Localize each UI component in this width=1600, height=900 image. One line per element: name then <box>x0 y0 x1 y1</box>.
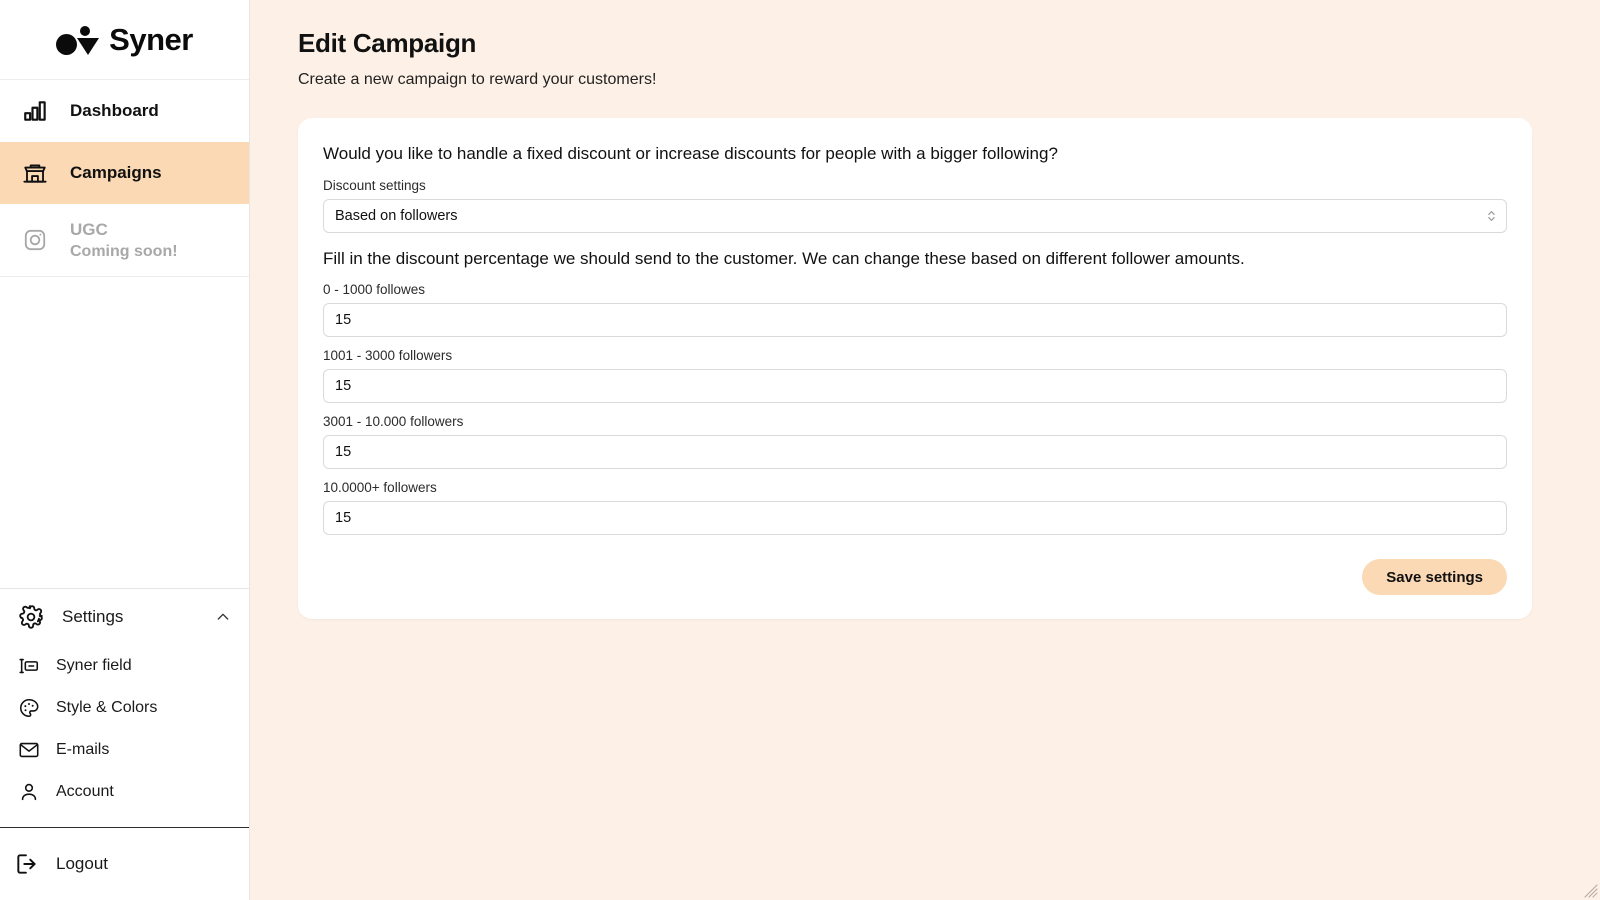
window-resize-handle[interactable] <box>1584 884 1598 898</box>
tier-label: 0 - 1000 followes <box>323 282 426 297</box>
sidebar-item-ugc: UGC Coming soon! <box>0 204 249 276</box>
sidebar-item-account[interactable]: Account <box>0 771 249 813</box>
sidebar-item-label: Campaigns <box>70 163 162 182</box>
storefront-icon <box>22 160 48 186</box>
sidebar-item-emails[interactable]: E-mails <box>0 729 249 771</box>
save-settings-button[interactable]: Save settings <box>1362 559 1507 595</box>
gear-icon <box>18 604 44 630</box>
card-actions: Save settings <box>323 559 1507 595</box>
sidebar-item-label: Account <box>56 783 114 800</box>
palette-icon <box>18 697 40 719</box>
text-field-icon <box>18 655 40 677</box>
sidebar-item-label: Style & Colors <box>56 699 158 716</box>
sidebar-item-style-colors[interactable]: Style & Colors <box>0 687 249 729</box>
sidebar: Syner Dashboard Campaigns UGC Coming soo… <box>0 0 250 900</box>
sidebar-item-sublabel: Coming soon! <box>70 242 178 260</box>
tier-group-3: 10.0000+ followers <box>323 480 1507 535</box>
card-question: Would you like to handle a fixed discoun… <box>323 144 1058 163</box>
logout-label: Logout <box>56 854 108 873</box>
logout-icon <box>14 851 40 877</box>
discount-settings-select[interactable]: Based on followers <box>323 199 1507 233</box>
tier-input-3[interactable] <box>323 501 1507 535</box>
primary-nav: Dashboard Campaigns UGC Coming soon! <box>0 80 249 277</box>
sidebar-item-syner-field[interactable]: Syner field <box>0 645 249 687</box>
bar-chart-icon <box>22 98 48 124</box>
chevron-up-icon[interactable] <box>215 609 231 625</box>
page-title: Edit Campaign <box>298 28 477 58</box>
card-description: Fill in the discount percentage we shoul… <box>323 249 1245 268</box>
tier-input-0[interactable] <box>323 303 1507 337</box>
sidebar-item-settings[interactable]: Settings <box>0 589 249 645</box>
brand-name: Syner <box>109 22 193 57</box>
tier-label: 3001 - 10.000 followers <box>323 414 464 429</box>
discount-settings-label: Discount settings <box>323 178 426 193</box>
tier-input-1[interactable] <box>323 369 1507 403</box>
sidebar-item-campaigns[interactable]: Campaigns <box>0 142 249 204</box>
discount-settings-card: Would you like to handle a fixed discoun… <box>298 118 1532 619</box>
syner-logo-icon <box>56 25 102 55</box>
tier-group-1: 1001 - 3000 followers <box>323 348 1507 403</box>
settings-bottom-gap <box>0 813 249 827</box>
logout-section: Logout <box>0 827 249 900</box>
person-icon <box>18 781 40 803</box>
sidebar-item-dashboard[interactable]: Dashboard <box>0 80 249 142</box>
app-root: Syner Dashboard Campaigns UGC Coming soo… <box>0 0 1600 900</box>
tier-label: 10.0000+ followers <box>323 480 437 495</box>
sidebar-item-label: UGC <box>70 219 108 239</box>
sidebar-item-label: E-mails <box>56 741 110 758</box>
tier-group-0: 0 - 1000 followes <box>323 282 1507 337</box>
logo-area: Syner <box>0 0 249 80</box>
sidebar-item-ugc-text: UGC Coming soon! <box>70 220 178 261</box>
tier-group-2: 3001 - 10.000 followers <box>323 414 1507 469</box>
page-subtitle: Create a new campaign to reward your cus… <box>298 71 657 88</box>
tier-input-2[interactable] <box>323 435 1507 469</box>
envelope-icon <box>18 739 40 761</box>
sidebar-item-label: Syner field <box>56 657 132 674</box>
camera-icon <box>22 227 48 253</box>
logout-button[interactable]: Logout <box>0 828 249 900</box>
sidebar-item-label: Dashboard <box>70 101 159 120</box>
main-content: Edit Campaign Create a new campaign to r… <box>250 0 1600 900</box>
chevron-updown-icon[interactable] <box>1486 208 1496 224</box>
sidebar-item-label: Settings <box>62 607 124 626</box>
tier-label: 1001 - 3000 followers <box>323 348 453 363</box>
settings-section: Settings Syner field Style & Colors E-ma… <box>0 588 249 827</box>
brand-logo[interactable]: Syner <box>56 24 193 55</box>
discount-settings-select-wrap: Based on followers <box>323 199 1507 233</box>
